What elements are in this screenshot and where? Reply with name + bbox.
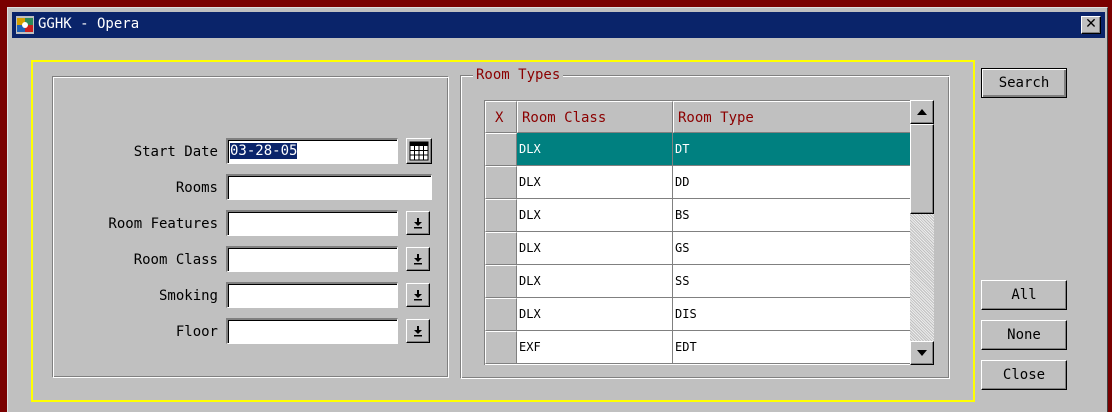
table-row[interactable]: DLX GS	[485, 232, 911, 265]
dropdown-arrow-icon	[414, 290, 422, 301]
start-date-label: Start Date	[133, 144, 218, 160]
close-button[interactable]: Close	[981, 360, 1067, 390]
title-bar[interactable]: GGHK - Opera ✕	[12, 12, 1105, 38]
row-selector[interactable]	[485, 166, 517, 199]
arrow-up-icon	[917, 109, 927, 115]
all-button[interactable]: All	[981, 280, 1067, 310]
grid-header: X Room Class Room Type	[485, 101, 911, 133]
rooms-field[interactable]	[226, 174, 432, 200]
close-window-button[interactable]: ✕	[1081, 16, 1101, 34]
rooms-label: Rooms	[175, 180, 218, 196]
column-header-x[interactable]: X	[485, 101, 517, 133]
scroll-thumb[interactable]	[910, 124, 934, 214]
room-class-field[interactable]	[226, 246, 398, 272]
calendar-button[interactable]	[406, 138, 432, 164]
table-row[interactable]: DLX DD	[485, 166, 911, 199]
row-selector[interactable]	[485, 298, 517, 331]
room-features-dropdown-button[interactable]	[406, 211, 430, 235]
scroll-up-button[interactable]	[910, 100, 934, 124]
arrow-down-icon	[917, 350, 927, 356]
none-button[interactable]: None	[981, 320, 1067, 350]
calendar-icon	[409, 141, 429, 161]
start-date-field[interactable]: 03-28-05	[226, 138, 398, 164]
dropdown-arrow-icon	[414, 326, 422, 337]
floor-dropdown-button[interactable]	[406, 319, 430, 343]
dropdown-arrow-icon	[414, 218, 422, 229]
floor-label: Floor	[175, 324, 218, 340]
room-type-cell[interactable]: BS	[673, 199, 911, 232]
row-selector[interactable]	[485, 265, 517, 298]
room-class-dropdown-button[interactable]	[406, 247, 430, 271]
room-type-cell[interactable]: DD	[673, 166, 911, 199]
room-class-cell[interactable]: DLX	[517, 166, 673, 199]
room-type-cell[interactable]: DT	[673, 133, 911, 166]
smoking-dropdown-button[interactable]	[406, 283, 430, 307]
room-class-cell[interactable]: DLX	[517, 133, 673, 166]
scroll-down-button[interactable]	[910, 341, 934, 365]
table-row[interactable]: DLX DIS	[485, 298, 911, 331]
grid-vertical-scrollbar[interactable]	[910, 100, 934, 365]
table-row[interactable]: DLX SS	[485, 265, 911, 298]
column-header-room-type[interactable]: Room Type	[673, 101, 911, 133]
room-class-cell[interactable]: DLX	[517, 232, 673, 265]
opera-app-icon	[16, 16, 34, 34]
dropdown-arrow-icon	[414, 254, 422, 265]
room-features-field[interactable]	[226, 210, 398, 236]
table-row[interactable]: EXF EDT	[485, 331, 911, 364]
column-header-room-class[interactable]: Room Class	[517, 101, 673, 133]
row-selector[interactable]	[485, 232, 517, 265]
room-type-cell[interactable]: DIS	[673, 298, 911, 331]
room-class-cell[interactable]: EXF	[517, 331, 673, 364]
row-selector[interactable]	[485, 199, 517, 232]
room-type-cell[interactable]: GS	[673, 232, 911, 265]
search-button[interactable]: Search	[981, 68, 1067, 98]
room-types-group-label: Room Types	[473, 67, 564, 83]
table-row[interactable]: DLX BS	[485, 199, 911, 232]
room-class-cell[interactable]: DLX	[517, 265, 673, 298]
room-types-grid[interactable]: X Room Class Room Type DLX DT DLX DD DLX…	[484, 100, 911, 365]
close-icon: ✕	[1085, 16, 1097, 32]
room-class-label: Room Class	[133, 252, 218, 268]
floor-field[interactable]	[226, 318, 398, 344]
row-selector[interactable]	[485, 331, 517, 364]
room-type-cell[interactable]: EDT	[673, 331, 911, 364]
smoking-field[interactable]	[226, 282, 398, 308]
room-type-cell[interactable]: SS	[673, 265, 911, 298]
room-features-label: Room Features	[108, 216, 218, 232]
window-title: GGHK - Opera	[38, 16, 140, 32]
start-date-value: 03-28-05	[230, 143, 298, 159]
smoking-label: Smoking	[158, 288, 218, 304]
row-selector[interactable]	[485, 133, 517, 166]
table-row[interactable]: DLX DT	[485, 133, 911, 166]
room-class-cell[interactable]: DLX	[517, 199, 673, 232]
opera-window: GGHK - Opera ✕ Start Date 03-28-05 Rooms…	[7, 7, 1108, 412]
room-class-cell[interactable]: DLX	[517, 298, 673, 331]
